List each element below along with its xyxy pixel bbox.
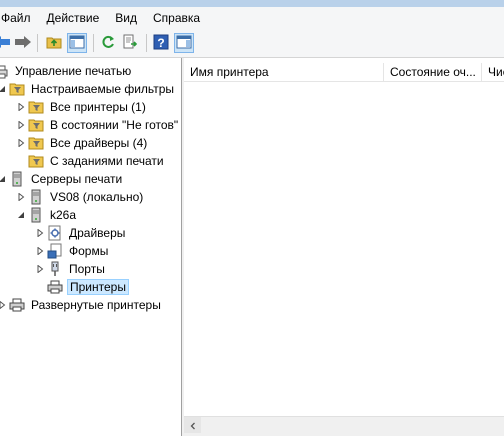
tree-item-all-drivers[interactable]: Все драйверы (4) xyxy=(16,134,149,152)
printer-list: Имя принтера Состояние оч... Чис xyxy=(184,58,504,436)
port-icon xyxy=(47,261,63,277)
tree-item-custom-filters[interactable]: Настраиваемые фильтры xyxy=(0,80,176,98)
filter-folder-icon xyxy=(28,99,44,115)
tree-item-ports[interactable]: Порты xyxy=(35,260,107,278)
print-management-icon xyxy=(0,63,9,79)
column-header-jobs-count[interactable]: Чис xyxy=(482,63,504,81)
expand-icon[interactable] xyxy=(16,121,25,130)
server-icon xyxy=(9,171,25,187)
expand-icon[interactable] xyxy=(16,193,25,202)
header-divider xyxy=(184,81,504,82)
show-hide-action-pane-icon xyxy=(176,34,192,53)
toolbar-separator xyxy=(93,34,94,52)
title-bar-strip xyxy=(0,0,504,7)
filter-folder-icon xyxy=(9,81,25,97)
export-list-button[interactable] xyxy=(120,33,140,53)
tree-item-with-jobs[interactable]: С заданиями печати xyxy=(28,152,166,170)
tree-item-not-ready[interactable]: В состоянии "Не готов" xyxy=(16,116,180,134)
help-icon: ? xyxy=(153,34,169,53)
export-list-icon xyxy=(122,34,138,53)
tree-item-root[interactable]: Управление печатью xyxy=(0,62,133,80)
show-hide-tree-button[interactable] xyxy=(67,33,87,53)
expand-icon[interactable] xyxy=(35,265,44,274)
expand-icon[interactable] xyxy=(35,247,44,256)
collapse-icon[interactable] xyxy=(0,85,6,94)
menu-bar: Файл Действие Вид Справка xyxy=(0,7,504,29)
deployed-printers-icon xyxy=(9,297,25,313)
printer-icon xyxy=(47,279,63,295)
tree-item-printers[interactable]: Принтеры xyxy=(47,278,129,296)
menu-help[interactable]: Справка xyxy=(145,7,208,29)
back-icon xyxy=(0,35,11,52)
toolbar-separator xyxy=(146,34,147,52)
svg-text:?: ? xyxy=(157,36,164,50)
toolbar-separator xyxy=(37,34,38,52)
scroll-left-button[interactable] xyxy=(184,417,201,434)
chevron-left-icon xyxy=(189,419,197,433)
drivers-icon xyxy=(47,225,63,241)
toolbar: ? xyxy=(0,29,504,58)
server-icon xyxy=(28,207,44,223)
up-folder-icon xyxy=(46,34,62,53)
column-header-printer-name[interactable]: Имя принтера xyxy=(184,63,384,81)
help-button[interactable]: ? xyxy=(151,33,171,53)
refresh-icon xyxy=(100,34,116,53)
menu-view[interactable]: Вид xyxy=(107,7,145,29)
filter-folder-icon xyxy=(28,153,44,169)
collapse-icon[interactable] xyxy=(16,211,25,220)
up-button[interactable] xyxy=(44,33,64,53)
collapse-icon[interactable] xyxy=(0,175,6,184)
filter-folder-icon xyxy=(28,135,44,151)
column-header-queue-status[interactable]: Состояние оч... xyxy=(384,63,482,81)
menu-action[interactable]: Действие xyxy=(39,7,108,29)
tree-item-drivers[interactable]: Драйверы xyxy=(35,224,127,242)
tree-item-forms[interactable]: Формы xyxy=(35,242,110,260)
expand-icon[interactable] xyxy=(0,301,6,310)
expand-icon[interactable] xyxy=(35,229,44,238)
tree-item-server-local[interactable]: VS08 (локально) xyxy=(16,188,145,206)
forms-icon xyxy=(47,243,63,259)
menu-file[interactable]: Файл xyxy=(0,7,39,29)
filter-folder-icon xyxy=(28,117,44,133)
forward-button[interactable] xyxy=(13,33,33,53)
back-button[interactable] xyxy=(0,33,12,53)
show-hide-tree-icon xyxy=(69,34,85,53)
tree-item-print-servers[interactable]: Серверы печати xyxy=(0,170,124,188)
tree-item-all-printers[interactable]: Все принтеры (1) xyxy=(16,98,148,116)
tree-item-server-k26a[interactable]: k26a xyxy=(16,206,78,224)
expand-icon[interactable] xyxy=(16,103,25,112)
expand-icon[interactable] xyxy=(16,139,25,148)
refresh-button[interactable] xyxy=(98,33,118,53)
forward-icon xyxy=(14,35,32,52)
console-tree: Управление печатью Настраиваемые фильтры… xyxy=(0,58,181,436)
show-hide-action-pane-button[interactable] xyxy=(174,33,194,53)
tree-item-deployed-printers[interactable]: Развернутые принтеры xyxy=(0,296,163,314)
server-icon xyxy=(28,189,44,205)
horizontal-scrollbar[interactable] xyxy=(184,416,504,434)
